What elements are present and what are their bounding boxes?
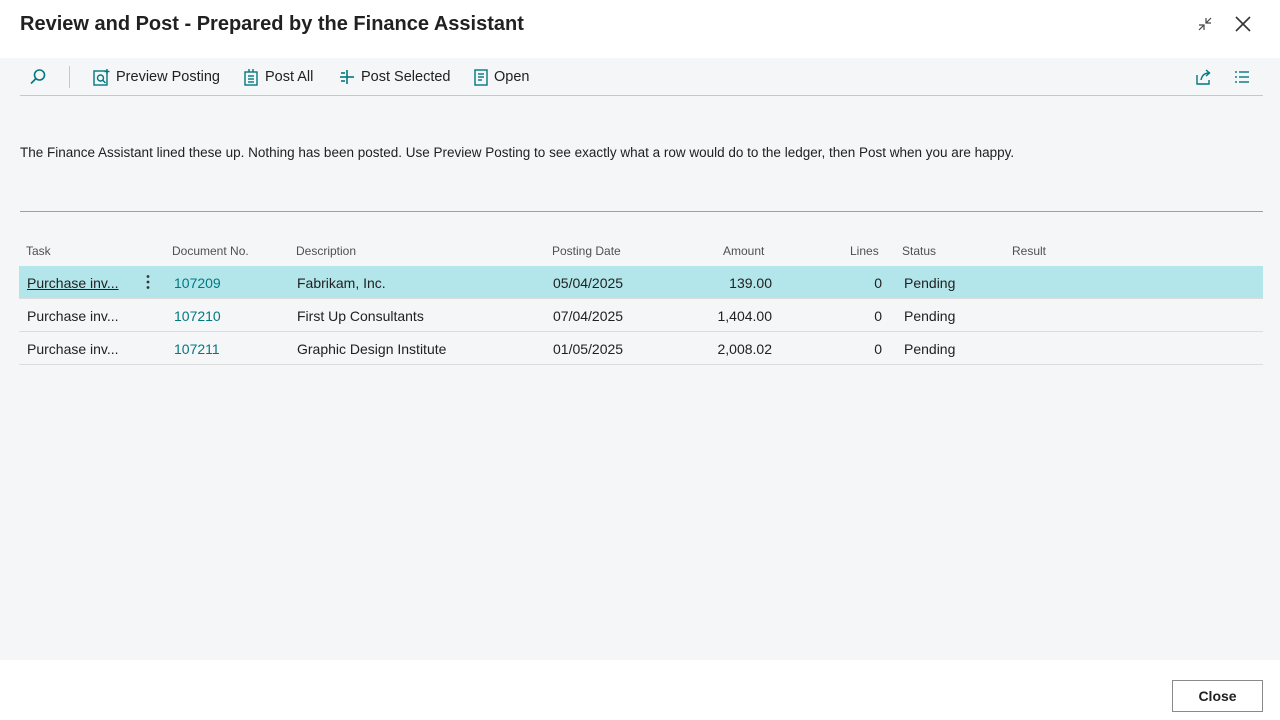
amount-cell: 139.00 (729, 275, 772, 291)
description-cell: Fabrikam, Inc. (297, 275, 386, 291)
post-all-icon (244, 68, 258, 86)
toolbar-separator (69, 66, 70, 88)
document-no-link[interactable]: 107210 (174, 308, 221, 324)
list-view-icon (1235, 71, 1249, 83)
table-row[interactable]: Purchase inv... 107210 First Up Consulta… (19, 299, 1263, 332)
description-cell: Graphic Design Institute (297, 341, 447, 357)
status-cell: Pending (904, 275, 956, 291)
search-button[interactable] (28, 65, 48, 89)
dialog-footer: Close (0, 660, 1280, 720)
preview-posting-button[interactable]: Preview Posting (92, 65, 220, 89)
post-selected-icon (340, 70, 354, 84)
column-header-document-no[interactable]: Document No. (172, 244, 249, 258)
post-all-label: Post All (265, 69, 314, 85)
status-cell: Pending (904, 308, 956, 324)
post-all-button[interactable]: Post All (243, 65, 313, 89)
preview-posting-icon (93, 68, 110, 86)
lines-cell: 0 (874, 308, 882, 324)
title-bar: Review and Post - Prepared by the Financ… (0, 0, 1280, 58)
search-icon (30, 69, 46, 85)
post-selected-button[interactable]: Post Selected (338, 65, 450, 89)
action-toolbar: Preview Posting Post All Post Selected O… (20, 58, 1263, 96)
task-cell[interactable]: Purchase inv... (27, 308, 119, 324)
column-header-lines[interactable]: Lines (850, 244, 879, 258)
posting-date-cell: 05/04/2025 (553, 275, 624, 291)
amount-cell: 1,404.00 (717, 308, 773, 324)
column-header-status[interactable]: Status (902, 244, 936, 258)
section-divider (20, 211, 1263, 212)
share-icon (1196, 68, 1211, 85)
status-cell: Pending (904, 341, 956, 357)
dialog-content: Preview Posting Post All Post Selected O… (0, 58, 1280, 660)
task-cell[interactable]: Purchase inv... (27, 341, 119, 357)
posting-date-cell: 07/04/2025 (553, 308, 624, 324)
column-header-task[interactable]: Task (26, 244, 51, 258)
row-actions-icon[interactable] (139, 271, 157, 293)
amount-cell: 2,008.02 (717, 341, 773, 357)
open-label: Open (494, 69, 530, 85)
posting-date-cell: 01/05/2025 (553, 341, 624, 357)
table-row[interactable]: Purchase inv... 107211 Graphic Design In… (19, 332, 1263, 365)
share-button[interactable] (1194, 65, 1213, 89)
close-icon[interactable] (1231, 12, 1255, 36)
column-header-amount[interactable]: Amount (723, 244, 764, 258)
lines-cell: 0 (874, 275, 882, 291)
lines-cell: 0 (874, 341, 882, 357)
preview-posting-label: Preview Posting (116, 69, 220, 85)
task-cell[interactable]: Purchase inv... (27, 275, 119, 291)
column-header-posting-date[interactable]: Posting Date (552, 244, 621, 258)
description-cell: First Up Consultants (297, 308, 424, 324)
open-button[interactable]: Open (473, 65, 529, 89)
close-button[interactable]: Close (1172, 680, 1263, 712)
open-document-icon (474, 68, 488, 86)
column-header-description[interactable]: Description (296, 244, 356, 258)
document-no-link[interactable]: 107209 (174, 275, 221, 291)
collapse-arrows-icon[interactable] (1193, 12, 1217, 36)
column-header-result[interactable]: Result (1012, 244, 1046, 258)
document-no-link[interactable]: 107211 (174, 341, 220, 357)
instruction-text: The Finance Assistant lined these up. No… (20, 145, 1015, 160)
list-view-button[interactable] (1233, 65, 1251, 89)
post-selected-label: Post Selected (361, 69, 451, 85)
task-table: Purchase inv... 107209 Fabrikam, Inc. 05… (19, 266, 1263, 365)
table-row[interactable]: Purchase inv... 107209 Fabrikam, Inc. 05… (19, 266, 1263, 299)
dialog-title: Review and Post - Prepared by the Financ… (20, 13, 524, 35)
